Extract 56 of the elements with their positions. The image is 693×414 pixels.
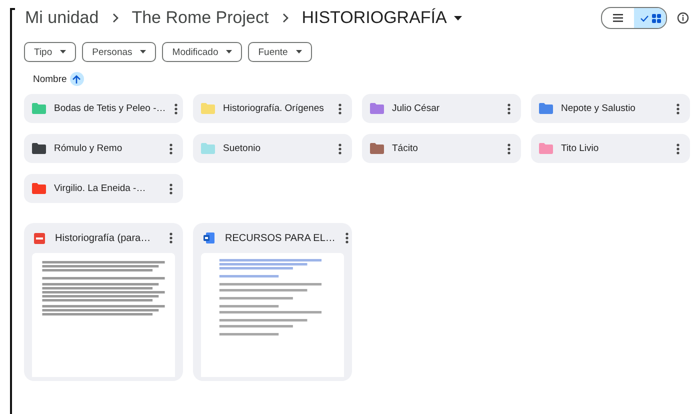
more-icon[interactable] (676, 102, 680, 114)
folder-card[interactable]: Tito Livio (531, 134, 690, 163)
more-icon[interactable] (169, 142, 173, 154)
folder-name: Virgilio. La Eneida -… (54, 183, 147, 194)
grid-view-icon[interactable] (652, 14, 660, 22)
folder-card[interactable]: Virgilio. La Eneida -… (24, 174, 183, 203)
caret-icon (296, 50, 302, 54)
folder-name: Tácito (392, 143, 419, 154)
file-name: RECURSOS PARA EL… (225, 232, 336, 244)
folder-card[interactable]: Bodas de Tetis y Peleo -… (24, 94, 183, 123)
folder-card[interactable]: Rómulo y Remo (24, 134, 183, 163)
filter-chip[interactable]: Fuente (248, 42, 312, 62)
folder-name: Tito Livio (561, 143, 600, 154)
more-icon[interactable] (174, 102, 178, 114)
chevron-icon (282, 13, 289, 23)
folder-name: Rómulo y Remo (54, 143, 124, 154)
sort-label[interactable]: Nombre (33, 74, 67, 84)
list-view-icon[interactable] (613, 14, 623, 22)
breadcrumb-item[interactable]: Mi unidad (24, 8, 100, 28)
more-icon[interactable] (507, 142, 511, 154)
folder-card[interactable]: Suetonio (193, 134, 352, 163)
filter-chip[interactable]: Personas (82, 42, 156, 62)
file-card[interactable]: Historiografía (para… (24, 223, 183, 381)
file-card[interactable]: RECURSOS PARA EL… (193, 223, 352, 381)
document-icon (203, 232, 215, 244)
folder-card[interactable]: Tácito (362, 134, 521, 163)
filter-chip[interactable]: Tipo (24, 42, 76, 62)
folder-card[interactable]: Julio César (362, 94, 521, 123)
caret-icon (140, 50, 146, 54)
folder-name: Suetonio (223, 143, 262, 154)
more-icon[interactable] (169, 182, 173, 194)
pdf-icon (34, 232, 45, 244)
caret-icon[interactable] (454, 16, 462, 20)
folder-name: Bodas de Tetis y Peleo -… (54, 103, 166, 114)
caret-icon (226, 50, 232, 54)
more-icon[interactable] (676, 142, 680, 154)
breadcrumb-item[interactable]: The Rome Project (130, 8, 270, 28)
more-icon[interactable] (507, 102, 511, 114)
folder-name: Nepote y Salustio (561, 103, 636, 114)
info-icon[interactable] (677, 12, 689, 24)
file-name: Historiografía (para… (55, 232, 152, 244)
more-icon[interactable] (169, 232, 173, 244)
view-toggle[interactable] (601, 7, 667, 29)
folder-card[interactable]: Nepote y Salustio (531, 94, 690, 123)
folder-name: Historiografía. Orígenes (223, 103, 325, 114)
folder-card[interactable]: Historiografía. Orígenes (193, 94, 352, 123)
filter-chip[interactable]: Modificado (162, 42, 242, 62)
more-icon[interactable] (338, 102, 342, 114)
breadcrumb-item[interactable]: HISTORIOGRAFÍA (300, 8, 448, 28)
more-icon[interactable] (338, 142, 342, 154)
check-icon (640, 14, 648, 22)
chevron-icon (112, 13, 119, 23)
sort-arrow-icon[interactable] (70, 72, 84, 86)
caret-icon (60, 50, 66, 54)
more-icon[interactable] (345, 232, 350, 244)
folder-name: Julio César (392, 103, 441, 114)
